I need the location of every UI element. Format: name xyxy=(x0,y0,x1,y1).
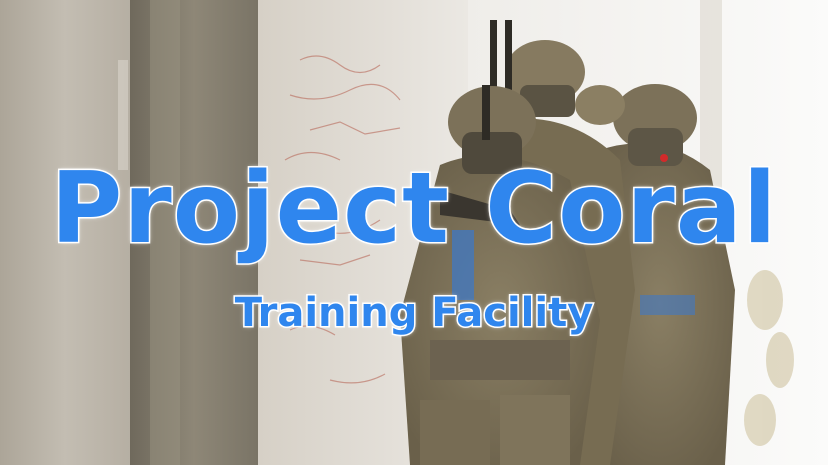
banner-scene: Project Coral Training Facility xyxy=(0,0,828,465)
training-photo xyxy=(0,0,828,465)
left-concrete-wall xyxy=(0,0,130,465)
door-frame xyxy=(130,0,258,465)
